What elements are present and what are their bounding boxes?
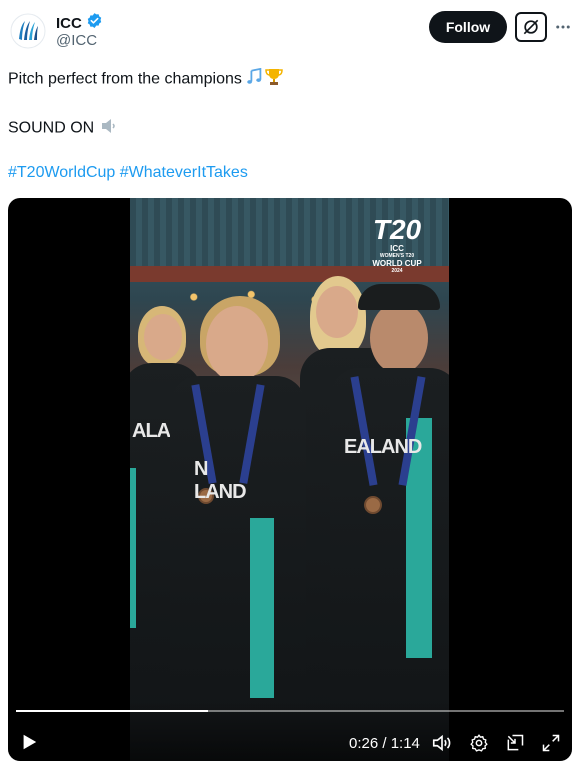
trophy-icon <box>264 67 284 92</box>
tweet-header: ICC @ICC Follow <box>0 0 580 58</box>
play-button[interactable] <box>18 731 40 753</box>
musical-notes-icon <box>246 67 264 91</box>
progress-fill <box>16 710 208 712</box>
icc-avatar[interactable] <box>8 11 48 51</box>
progress-bar[interactable] <box>16 710 564 712</box>
follow-button[interactable]: Follow <box>429 11 507 43</box>
author-name[interactable]: ICC <box>56 15 82 32</box>
volume-button[interactable] <box>430 731 454 755</box>
speaker-low-volume-icon <box>99 116 119 141</box>
fullscreen-button[interactable] <box>539 731 563 755</box>
video-player[interactable]: ALAND N LAND EALAND T20 ICC WOMEN'S T20 … <box>8 198 572 761</box>
tweet-text-line-2: SOUND ON <box>8 116 119 141</box>
hashtags[interactable]: #T20WorldCup #WhateverItTakes <box>8 164 248 182</box>
tweet-text: Pitch perfect from the champions <box>8 70 242 88</box>
more-options-button[interactable] <box>552 16 574 38</box>
video-controls: 0:26 / 1:14 <box>8 701 572 761</box>
fullscreen-icon <box>542 734 560 752</box>
t20-world-cup-logo: T20 ICC WOMEN'S T20 WORLD CUP 2024 <box>372 214 422 275</box>
sound-on-text: SOUND ON <box>8 119 95 137</box>
pip-icon <box>507 734 524 751</box>
author-handle[interactable]: @ICC <box>56 32 97 49</box>
tweet-text-line-1: Pitch perfect from the champions <box>8 67 284 92</box>
grok-button[interactable] <box>515 12 547 42</box>
gear-icon <box>470 734 488 752</box>
video-time: 0:26 / 1:14 <box>349 735 420 752</box>
grok-icon <box>523 19 539 35</box>
verified-badge-icon <box>86 12 103 34</box>
picture-in-picture-button[interactable] <box>503 731 527 755</box>
more-dots-icon <box>556 25 570 29</box>
volume-icon <box>432 734 451 752</box>
settings-button[interactable] <box>467 731 491 755</box>
play-icon <box>23 734 37 750</box>
video-frame: ALAND N LAND EALAND T20 ICC WOMEN'S T20 … <box>130 198 449 761</box>
icc-logo-icon <box>10 13 46 49</box>
